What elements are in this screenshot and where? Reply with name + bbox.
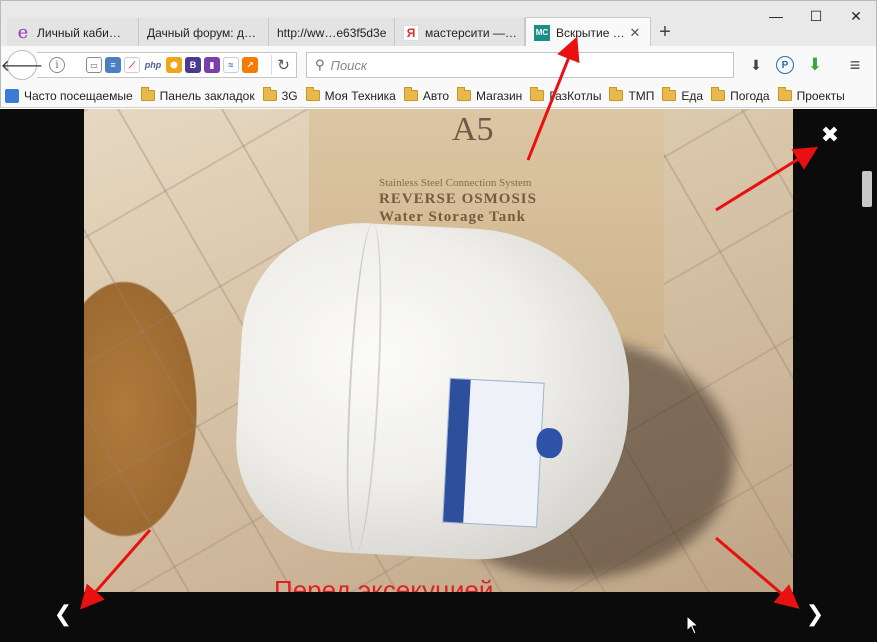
- reload-button[interactable]: ↻: [271, 55, 295, 75]
- bookmark-label: Авто: [422, 88, 450, 103]
- navigation-toolbar: i ▭ ≡ ⟋ php ⬢ B ▮ ≈ ↗ 🡐 ↻ ⚲ Поиск ⬇ P ⬇ …: [0, 46, 877, 84]
- reload-icon: ↻: [277, 57, 290, 74]
- tank-valve: [535, 427, 564, 459]
- title-bar: e Личный каби… Дачный форум: д… http://w…: [0, 0, 877, 47]
- bookmark-label: Моя Техника: [324, 88, 396, 103]
- bookmarks-bar: Часто посещаемые Панель закладок 3G Моя …: [0, 84, 877, 108]
- tab-http[interactable]: http://ww…e63f5d3e: [269, 18, 395, 47]
- bookmark-folder[interactable]: ТМП: [609, 87, 655, 103]
- scrollbar-thumb[interactable]: [862, 171, 872, 207]
- back-arrow-icon: 🡐: [0, 57, 44, 75]
- bookmark-label: Погода: [730, 88, 770, 103]
- folder-icon: [777, 87, 792, 101]
- bookmark-folder[interactable]: Погода: [711, 87, 770, 103]
- tab-dachny-forum[interactable]: Дачный форум: д…: [139, 18, 269, 47]
- folder-icon: [403, 87, 418, 101]
- bookmark-label: Проекты: [796, 88, 845, 103]
- bookmark-label: Часто посещаемые: [24, 88, 133, 103]
- window-controls: — ☐ ✕: [756, 1, 876, 31]
- lightbox-close-button[interactable]: ✖: [816, 121, 844, 149]
- tab-lichny-kabinet[interactable]: e Личный каби…: [7, 18, 139, 47]
- bookmark-label: Панель закладок: [159, 88, 255, 103]
- tab-favicon-icon: e: [17, 22, 29, 43]
- folder-icon: [662, 87, 677, 101]
- lightbox-photo: A5 Stainless Steel Connection System REV…: [84, 109, 793, 592]
- mouse-cursor-icon: [686, 615, 700, 635]
- info-icon[interactable]: i: [49, 57, 65, 73]
- tab-title: Личный каби…: [37, 25, 121, 40]
- lightbox-overlay: A5 Stainless Steel Connection System REV…: [0, 109, 877, 642]
- search-input[interactable]: ⚲ Поиск: [306, 52, 734, 78]
- folder-icon: [140, 87, 155, 101]
- photo-caption: Перед эксекуцией: [274, 575, 494, 592]
- tab-mastersiti[interactable]: Я мастерсити —…: [395, 18, 525, 47]
- box-handwriting: A5: [452, 111, 494, 148]
- php-icon[interactable]: php: [143, 57, 163, 73]
- chart-icon[interactable]: ⟋: [124, 57, 140, 73]
- tab-title: http://ww…e63f5d3e: [277, 25, 386, 40]
- bookmark-label: ГазКотлы: [549, 88, 602, 103]
- bookmark-star-icon: [5, 88, 19, 103]
- bookmark-label: Еда: [681, 88, 704, 103]
- folder-icon: [262, 87, 277, 101]
- bookmark-folder[interactable]: Панель закладок: [140, 87, 255, 103]
- bookmark-folder[interactable]: Авто: [403, 87, 450, 103]
- folder-icon: [457, 87, 472, 101]
- tab-strip: e Личный каби… Дачный форум: д… http://w…: [7, 17, 679, 47]
- box-text-line3: Water Storage Tank: [379, 209, 526, 225]
- tank-seam: [340, 222, 388, 554]
- tab-title: Дачный форум: д…: [147, 25, 256, 40]
- green-download-icon[interactable]: ⬇: [805, 55, 825, 75]
- wave-icon[interactable]: ≈: [223, 57, 239, 73]
- search-placeholder: Поиск: [330, 57, 368, 73]
- bookmark-folder[interactable]: ГазКотлы: [530, 87, 602, 103]
- folder-icon: [711, 87, 726, 101]
- notes-icon[interactable]: ≡: [105, 57, 121, 73]
- graph-icon[interactable]: ↗: [242, 57, 258, 73]
- lightbox-next-button[interactable]: ❯: [802, 599, 828, 629]
- tab-title: Вскрытие …: [556, 25, 624, 40]
- download-icon[interactable]: ⬇: [746, 55, 766, 75]
- bookmark-label: 3G: [281, 88, 298, 103]
- maximize-icon[interactable]: ☐: [796, 1, 836, 31]
- bookmark-label: ТМП: [628, 88, 655, 103]
- back-button[interactable]: 🡐: [1, 50, 43, 80]
- tab-title: мастерсити —…: [425, 25, 516, 40]
- box-text-line1: Stainless Steel Connection System: [379, 177, 532, 189]
- bookmark-frequent[interactable]: Часто посещаемые: [5, 88, 133, 103]
- bookmark-folder[interactable]: Еда: [662, 87, 704, 103]
- tab-close-icon[interactable]: ✕: [628, 25, 642, 41]
- reader-icon[interactable]: ▭: [86, 57, 102, 73]
- search-icon: ⚲: [315, 57, 325, 72]
- folder-icon: [305, 87, 320, 101]
- book-icon[interactable]: ▮: [204, 57, 220, 73]
- tank-label: [442, 377, 545, 528]
- lightbox-prev-button[interactable]: ❮: [50, 599, 76, 629]
- extension-icon[interactable]: P: [776, 56, 794, 74]
- url-bar[interactable]: i ▭ ≡ ⟋ php ⬢ B ▮ ≈ ↗: [37, 52, 297, 78]
- water-tank: [230, 217, 638, 567]
- mc-favicon-icon: MC: [534, 24, 550, 41]
- menu-icon[interactable]: ≡: [845, 55, 865, 75]
- bookmark-folder[interactable]: Проекты: [777, 87, 845, 103]
- label-stripe: [443, 378, 471, 523]
- minimize-icon[interactable]: —: [756, 1, 796, 31]
- bookmark-folder[interactable]: 3G: [262, 87, 298, 103]
- box-text-line2: REVERSE OSMOSIS: [379, 191, 537, 207]
- bookmark-folder[interactable]: Моя Техника: [305, 87, 396, 103]
- new-tab-button[interactable]: +: [651, 18, 679, 47]
- bookmark-label: Магазин: [476, 88, 523, 103]
- b-icon[interactable]: B: [185, 57, 201, 73]
- folder-icon: [609, 87, 624, 101]
- bookmark-folder[interactable]: Магазин: [457, 87, 523, 103]
- shield-icon[interactable]: ⬢: [166, 57, 182, 73]
- close-icon[interactable]: ✕: [836, 1, 876, 31]
- yandex-icon: Я: [403, 24, 419, 41]
- folder-icon: [530, 87, 545, 101]
- tab-vskrytie[interactable]: MC Вскрытие … ✕: [525, 17, 651, 47]
